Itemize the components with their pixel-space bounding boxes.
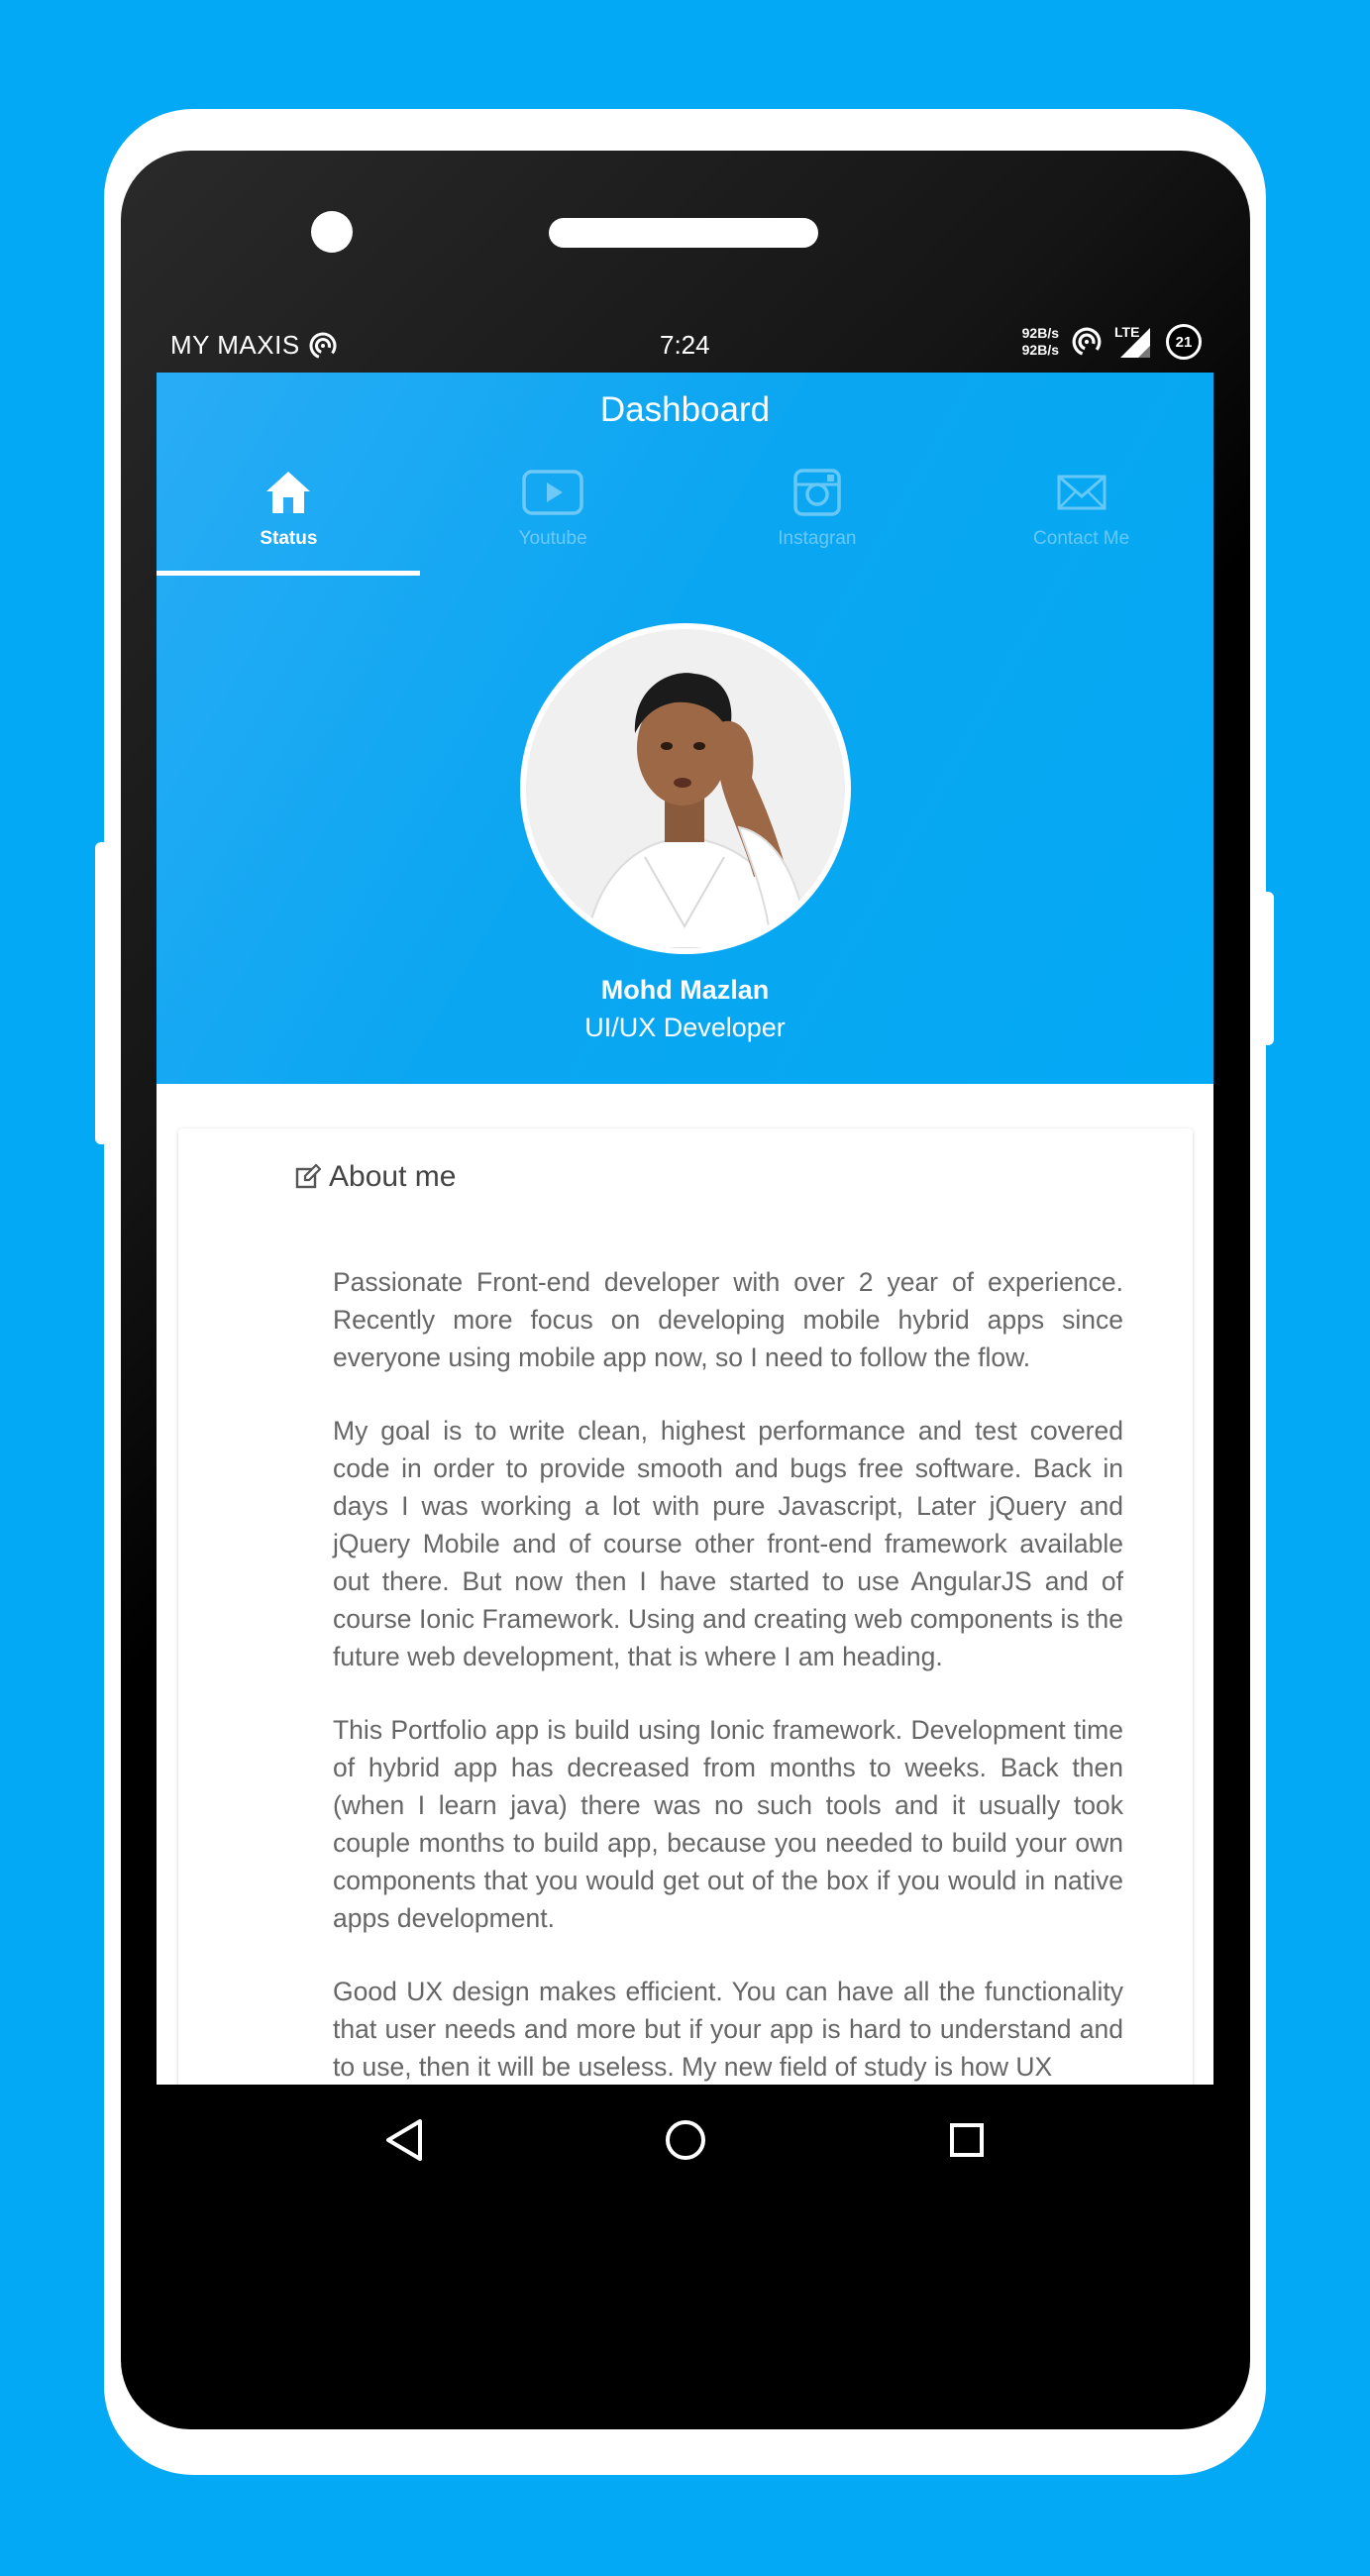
back-button[interactable] [374, 2110, 434, 2170]
earpiece-speaker [549, 218, 818, 248]
tab-label: Youtube [518, 528, 587, 549]
home-icon [264, 467, 312, 518]
about-paragraph: Good UX design makes efficient. You can … [333, 1977, 1123, 2082]
active-tab-indicator [157, 571, 420, 576]
clock: 7:24 [660, 330, 710, 360]
stage: MY MAXIS 7:24 92B/s 92B/s LTE 21 Dashboa… [0, 0, 1370, 2576]
speed-down: 92B/s [1021, 342, 1059, 358]
recents-button[interactable] [937, 2110, 997, 2170]
signal-strength: LTE [1114, 324, 1154, 360]
edit-icon [295, 1164, 321, 1189]
home-circle-icon [666, 2120, 705, 2160]
mail-icon [1057, 467, 1107, 518]
carrier: MY MAXIS [170, 330, 338, 361]
instagram-icon [793, 467, 841, 518]
signal-icon [1120, 328, 1150, 358]
hotspot-icon [1072, 327, 1102, 357]
avatar[interactable] [520, 623, 851, 954]
about-card: About me Passionate Front-end developer … [178, 1128, 1193, 2085]
app-screen: Dashboard Status Youtube Instagran Conta… [157, 373, 1213, 2085]
tab-youtube[interactable]: Youtube [421, 467, 685, 576]
tab-instagram[interactable]: Instagran [685, 467, 950, 576]
tab-contact[interactable]: Contact Me [949, 467, 1213, 576]
front-camera [311, 211, 353, 253]
profile-role: UI/UX Developer [584, 1013, 786, 1042]
tab-status[interactable]: Status [157, 467, 421, 576]
network-speed: 92B/s 92B/s [1022, 325, 1059, 359]
about-paragraph: This Portfolio app is build using Ionic … [333, 1715, 1123, 1933]
tab-label: Status [260, 528, 318, 549]
page-title: Dashboard [599, 390, 771, 429]
about-paragraph: Passionate Front-end developer with over… [333, 1267, 1123, 1372]
about-text: Passionate Front-end developer with over… [333, 1263, 1123, 2085]
recents-icon [950, 2123, 984, 2157]
status-icons: 92B/s 92B/s LTE 21 [1022, 324, 1202, 360]
speed-up: 92B/s [1021, 325, 1059, 341]
tab-label: Contact Me [1033, 528, 1130, 549]
profile-photo [526, 629, 845, 948]
back-icon [386, 2119, 422, 2161]
battery-indicator: 21 [1166, 324, 1202, 360]
navigation-bar [157, 2085, 1213, 2213]
hotspot-icon [309, 332, 337, 359]
profile-name: Mohd Mazlan [600, 975, 770, 1005]
tab-bar: Status Youtube Instagran Contact Me [157, 467, 1213, 576]
home-button[interactable] [656, 2110, 715, 2170]
about-paragraph: My goal is to write clean, highest perfo… [333, 1416, 1123, 1671]
status-bar: MY MAXIS 7:24 92B/s 92B/s LTE 21 [157, 322, 1213, 370]
carrier-label: MY MAXIS [170, 330, 300, 360]
about-card-title: About me [295, 1160, 456, 1194]
battery-level: 21 [1175, 333, 1193, 351]
youtube-icon [522, 467, 583, 518]
tab-label: Instagran [778, 528, 857, 549]
header: Dashboard Status Youtube Instagran Conta… [157, 373, 1213, 1084]
about-title: About me [329, 1160, 457, 1193]
